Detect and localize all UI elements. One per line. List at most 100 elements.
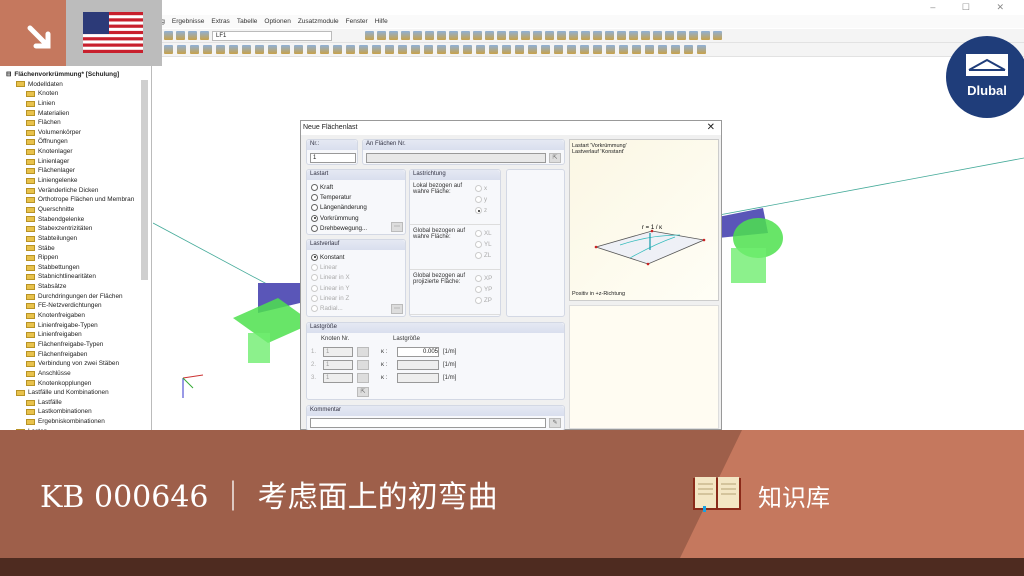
- toolbar-icon[interactable]: [533, 31, 542, 40]
- toolbar-icon[interactable]: [294, 45, 303, 54]
- toolbar-icon[interactable]: [581, 31, 590, 40]
- pick-nodes-button[interactable]: ⇱: [357, 387, 369, 397]
- toolbar-icon[interactable]: [164, 31, 173, 40]
- toolbar-icon[interactable]: [701, 31, 710, 40]
- toolbar-icon[interactable]: [425, 31, 434, 40]
- surfaces-input[interactable]: [366, 153, 547, 163]
- nav-item[interactable]: Liniengelenke: [6, 176, 151, 186]
- toolbar-icon[interactable]: [580, 45, 589, 54]
- toolbar-icon[interactable]: [557, 31, 566, 40]
- toolbar-icon[interactable]: [489, 45, 498, 54]
- load-value-input[interactable]: 0.005: [397, 346, 439, 357]
- toolbar-icon[interactable]: [463, 45, 472, 54]
- radio-button[interactable]: [311, 253, 318, 261]
- window-controls[interactable]: – ☐ ✕: [930, 2, 1016, 13]
- toolbar-icon[interactable]: [697, 45, 706, 54]
- nav-item[interactable]: Knotenkopplungen: [6, 379, 151, 389]
- toolbar-icon[interactable]: [413, 31, 422, 40]
- radio-button[interactable]: [311, 183, 318, 191]
- toolbar-icon[interactable]: [569, 31, 578, 40]
- nav-item[interactable]: Lastkombinationen: [6, 407, 151, 417]
- toolbar-icon[interactable]: [567, 45, 576, 54]
- toolbar-icon[interactable]: [176, 31, 185, 40]
- toolbar-icon[interactable]: [437, 31, 446, 40]
- toolbar-icon[interactable]: [485, 31, 494, 40]
- toolbar-icon[interactable]: [684, 45, 693, 54]
- menu-item[interactable]: Extras: [211, 18, 229, 25]
- nav-item[interactable]: Stabendgelenke: [6, 215, 151, 225]
- nav-item[interactable]: Linienfreigabe-Typen: [6, 321, 151, 331]
- toolbar-icon[interactable]: [677, 31, 686, 40]
- nav-item[interactable]: Linienlager: [6, 157, 151, 167]
- toolbar-icon[interactable]: [268, 45, 277, 54]
- toolbar-icon[interactable]: [473, 31, 482, 40]
- navigator-scrollbar[interactable]: [141, 80, 148, 280]
- toolbar-icon[interactable]: [203, 45, 212, 54]
- toolbar-icon[interactable]: [255, 45, 264, 54]
- toolbar-icon[interactable]: [545, 31, 554, 40]
- comment-input[interactable]: [310, 418, 547, 428]
- nav-item[interactable]: Materialien: [6, 109, 151, 119]
- nav-item[interactable]: Knoten: [6, 89, 151, 99]
- toolbar-icon[interactable]: [177, 45, 186, 54]
- toolbar-icon[interactable]: [593, 31, 602, 40]
- nav-item[interactable]: Stabteilungen: [6, 234, 151, 244]
- menu-item[interactable]: Tabelle: [237, 18, 258, 25]
- toolbar-icon[interactable]: [450, 45, 459, 54]
- toolbar-icon[interactable]: [528, 45, 537, 54]
- pick-node-button[interactable]: [357, 346, 369, 357]
- nav-item[interactable]: Querschnitte: [6, 205, 151, 215]
- nav-item[interactable]: Ergebniskombinationen: [6, 417, 151, 427]
- menu-item[interactable]: Zusatzmodule: [298, 18, 339, 25]
- nav-item[interactable]: Lastfälle und Kombinationen: [6, 388, 151, 398]
- toolbar-icon[interactable]: [541, 45, 550, 54]
- radio-button[interactable]: [311, 204, 318, 212]
- toolbar-icon[interactable]: [713, 31, 722, 40]
- toolbar-icon[interactable]: [365, 31, 374, 40]
- toolbar-icon[interactable]: [593, 45, 602, 54]
- language-flag[interactable]: [66, 0, 162, 66]
- toolbar-icon[interactable]: [164, 45, 173, 54]
- pick-node-button[interactable]: [357, 372, 369, 383]
- nav-item[interactable]: Rippen: [6, 253, 151, 263]
- nr-input[interactable]: 1: [310, 153, 356, 163]
- toolbar-icon[interactable]: [216, 45, 225, 54]
- toolbar-icon[interactable]: [320, 45, 329, 54]
- pick-node-button[interactable]: [357, 359, 369, 370]
- radio-button[interactable]: [311, 224, 318, 232]
- radio-button[interactable]: [311, 214, 318, 222]
- lastart-edit-button[interactable]: ⋯: [391, 222, 403, 232]
- toolbar-icon[interactable]: [385, 45, 394, 54]
- toolbar-icon[interactable]: [605, 31, 614, 40]
- close-icon[interactable]: ✕: [707, 122, 715, 133]
- toolbar-icon[interactable]: [497, 31, 506, 40]
- toolbar-icon[interactable]: [606, 45, 615, 54]
- nav-item[interactable]: Modelldaten: [6, 80, 151, 90]
- nav-item[interactable]: Flächenlager: [6, 166, 151, 176]
- menu-item[interactable]: Hilfe: [375, 18, 388, 25]
- toolbar-icon[interactable]: [359, 45, 368, 54]
- nav-item[interactable]: Knotenlager: [6, 147, 151, 157]
- radio-option[interactable]: Temperatur: [307, 192, 405, 202]
- toolbar-icon[interactable]: [515, 45, 524, 54]
- menu-item[interactable]: Fenster: [346, 18, 368, 25]
- nav-item[interactable]: Verbindung von zwei Stäben: [6, 359, 151, 369]
- toolbar-icon[interactable]: [476, 45, 485, 54]
- toolbar-icon[interactable]: [645, 45, 654, 54]
- nav-item[interactable]: Flächen: [6, 118, 151, 128]
- toolbar-icon[interactable]: [424, 45, 433, 54]
- toolbar-icon[interactable]: [389, 31, 398, 40]
- nav-item[interactable]: Stabnichtlinearitäten: [6, 272, 151, 282]
- toolbar-icon[interactable]: [671, 45, 680, 54]
- toolbar-icon[interactable]: [437, 45, 446, 54]
- pick-surface-button[interactable]: ⇱: [549, 153, 561, 163]
- toolbar-icon[interactable]: [229, 45, 238, 54]
- nav-root[interactable]: ⊟ Flächenvorkrümmung* [Schulung]: [6, 70, 151, 80]
- menu-item[interactable]: Ergebnisse: [172, 18, 205, 25]
- nav-item[interactable]: Lastfälle: [6, 398, 151, 408]
- comment-button[interactable]: ✎: [549, 418, 561, 428]
- toolbar-icon[interactable]: [617, 31, 626, 40]
- nav-item[interactable]: FE-Netzverdichtungen: [6, 301, 151, 311]
- nav-item[interactable]: Linienfreigaben: [6, 330, 151, 340]
- nav-item[interactable]: Linien: [6, 99, 151, 109]
